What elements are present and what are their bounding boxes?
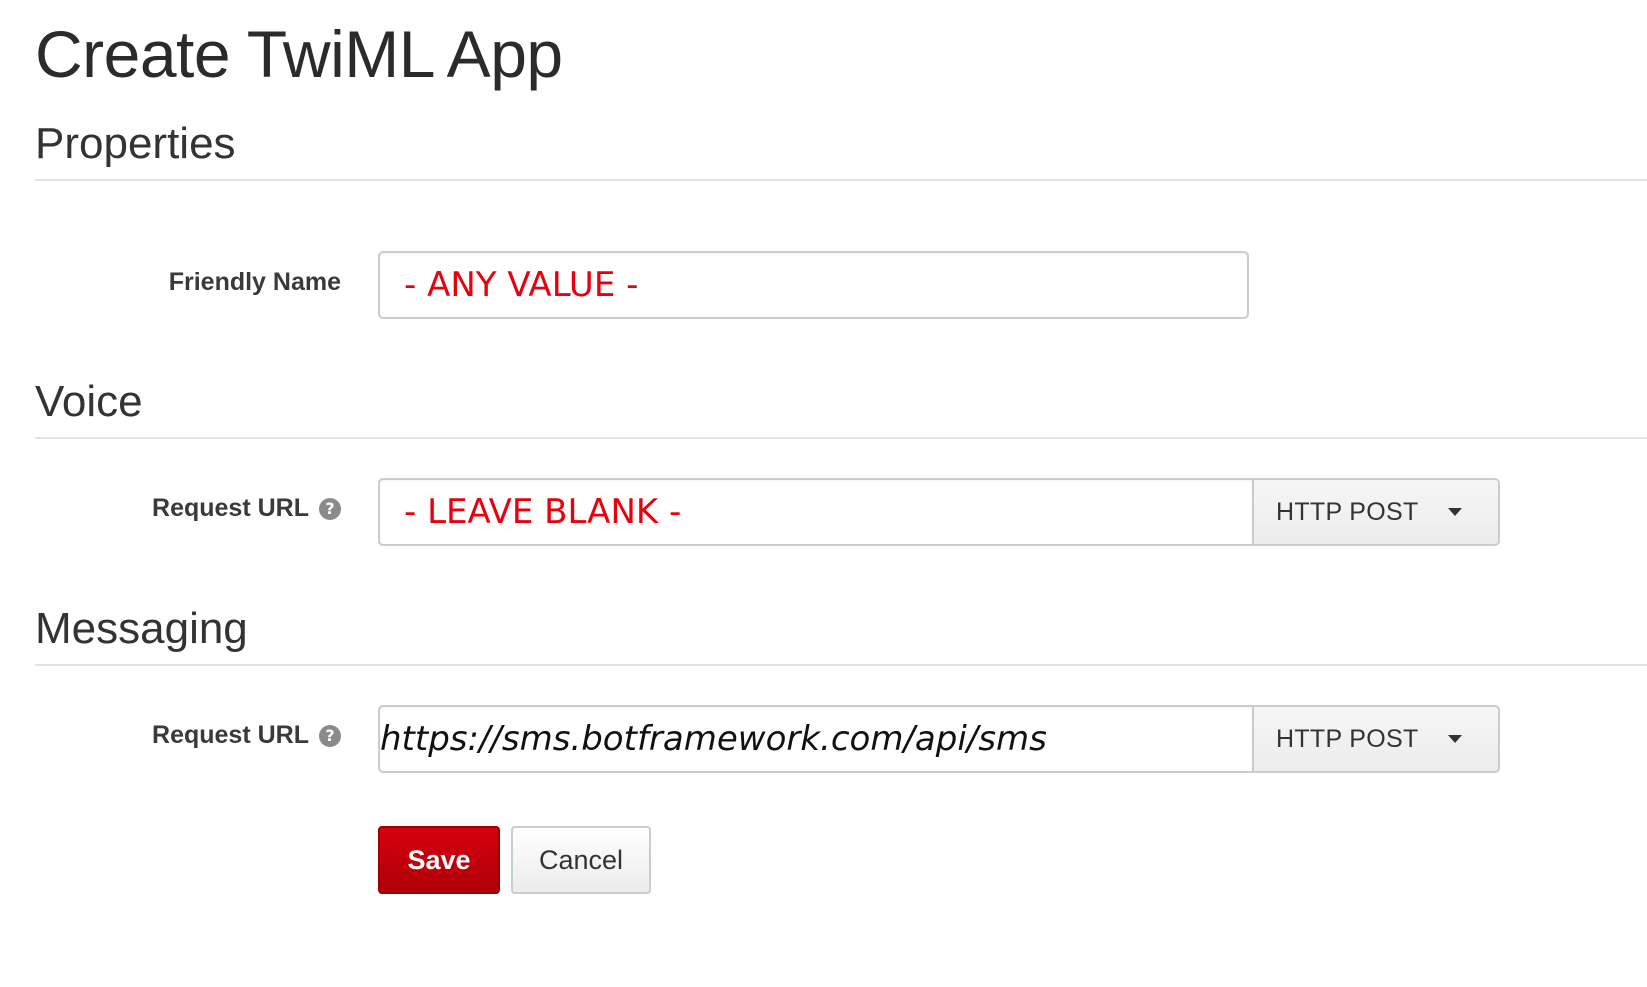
section-divider bbox=[35, 437, 1647, 439]
friendly-name-label-text: Friendly Name bbox=[168, 268, 341, 296]
messaging-method-select[interactable]: HTTP POST bbox=[1252, 705, 1500, 773]
voice-request-url-label-text: Request URL bbox=[152, 494, 309, 522]
section-divider bbox=[35, 664, 1647, 666]
voice-method-label: HTTP POST bbox=[1276, 497, 1419, 526]
save-button[interactable]: Save bbox=[378, 826, 500, 894]
cancel-button-label: Cancel bbox=[538, 844, 624, 875]
question-circle-icon[interactable]: ? bbox=[319, 724, 341, 747]
voice-request-url-group: HTTP POST bbox=[378, 478, 1500, 546]
cancel-button[interactable]: Cancel bbox=[511, 826, 651, 894]
messaging-request-url-group: HTTP POST bbox=[378, 705, 1500, 773]
friendly-name-label: Friendly Name bbox=[169, 268, 341, 297]
voice-request-url-label: Request URL ? bbox=[152, 494, 341, 523]
section-heading-properties: Properties bbox=[35, 119, 236, 168]
voice-request-url-input[interactable] bbox=[378, 478, 1252, 546]
messaging-request-url-input[interactable] bbox=[378, 705, 1252, 773]
save-button-label: Save bbox=[407, 844, 471, 875]
question-circle-icon[interactable]: ? bbox=[319, 497, 341, 520]
voice-method-select[interactable]: HTTP POST bbox=[1252, 478, 1500, 546]
messaging-request-url-label-text: Request URL bbox=[152, 721, 309, 749]
friendly-name-input[interactable] bbox=[378, 251, 1249, 319]
page-title: Create TwiML App bbox=[35, 17, 563, 91]
section-heading-voice: Voice bbox=[35, 377, 143, 426]
caret-down-icon bbox=[1448, 735, 1462, 743]
caret-down-icon bbox=[1448, 508, 1462, 516]
messaging-request-url-label: Request URL ? bbox=[152, 721, 341, 750]
messaging-method-label: HTTP POST bbox=[1276, 724, 1419, 753]
section-heading-messaging: Messaging bbox=[35, 604, 248, 653]
section-divider bbox=[35, 179, 1647, 181]
